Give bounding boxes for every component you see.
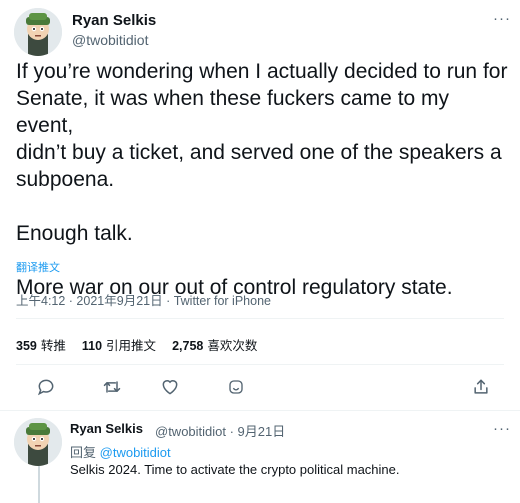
reply-text: Selkis 2024. Time to activate the crypto… bbox=[70, 462, 400, 477]
like-icon[interactable] bbox=[159, 376, 181, 398]
divider bbox=[16, 318, 504, 319]
reply-author-name[interactable]: Ryan Selkis bbox=[70, 421, 143, 436]
author-handle[interactable]: @twobitidiot bbox=[72, 32, 148, 48]
reply-more-options-button[interactable]: ··· bbox=[493, 420, 511, 437]
reply-author-handle-date[interactable]: @twobitidiot · 9月21日 bbox=[155, 421, 285, 440]
replying-to-link[interactable]: @twobitidiot bbox=[100, 445, 171, 460]
thread-line bbox=[38, 466, 40, 503]
author-avatar[interactable] bbox=[14, 8, 62, 56]
divider bbox=[16, 364, 504, 365]
divider bbox=[0, 410, 520, 411]
quote-stat[interactable]: 110 引用推文 bbox=[82, 335, 156, 354]
replying-prefix: 回复 bbox=[70, 445, 97, 460]
reply-icon[interactable] bbox=[35, 376, 57, 398]
author-name[interactable]: Ryan Selkis bbox=[72, 12, 156, 29]
avatar-image bbox=[14, 418, 62, 466]
tweet-timestamp[interactable]: 上午4:12 · 2021年9月21日 · Twitter for iPhone bbox=[16, 290, 271, 309]
like-stat[interactable]: 2,758 喜欢次数 bbox=[172, 335, 257, 354]
retweet-icon[interactable] bbox=[101, 376, 123, 398]
tweet-text: If you’re wondering when I actually deci… bbox=[16, 60, 508, 299]
more-options-button[interactable]: ··· bbox=[493, 10, 511, 27]
tweet-actions bbox=[0, 376, 520, 400]
reply-author-avatar[interactable] bbox=[14, 418, 62, 466]
avatar-image bbox=[14, 8, 62, 56]
translate-tweet-link[interactable]: 翻译推文 bbox=[16, 259, 60, 275]
engagement-stats: 359 转推 110 引用推文 2,758 喜欢次数 bbox=[16, 335, 257, 354]
share-icon[interactable] bbox=[470, 376, 492, 398]
retweet-stat[interactable]: 359 转推 bbox=[16, 335, 66, 354]
react-icon[interactable] bbox=[225, 376, 247, 398]
replying-to: 回复 @twobitidiot bbox=[70, 442, 171, 461]
